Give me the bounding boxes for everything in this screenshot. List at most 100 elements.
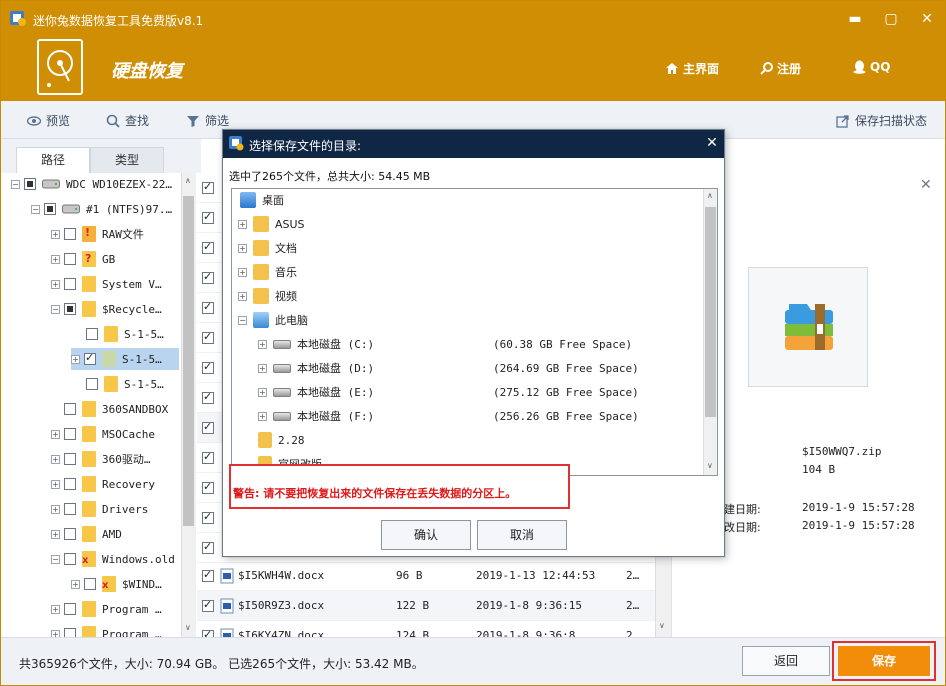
tree-checkbox[interactable] [64,528,76,540]
tree-checkbox[interactable] [64,228,76,240]
expand-icon[interactable]: + [238,291,247,301]
drive-item-f[interactable]: + 本地磁盘 (F:) (256.26 GB Free Space) [258,405,698,427]
tree-checkbox[interactable] [64,428,76,440]
row-checkbox[interactable] [202,598,214,612]
tree-checkbox[interactable] [84,351,96,365]
home-link[interactable]: 主界面 [665,60,719,77]
collapse-icon[interactable]: − [11,179,20,189]
tree-checkbox[interactable] [64,503,76,515]
search-button[interactable]: 查找 [106,112,149,129]
tree-checkbox[interactable] [44,203,56,215]
tree-item[interactable]: + x $WIND… [71,573,162,595]
tree-checkbox[interactable] [86,378,98,390]
drive-item-d[interactable]: + 本地磁盘 (D:) (264.69 GB Free Space) [258,357,698,379]
filter-button[interactable]: 筛选 [186,112,229,129]
tree-checkbox[interactable] [64,453,76,465]
collapse-icon[interactable]: − [31,204,40,214]
dialog-close-button[interactable]: ✕ [703,134,721,152]
row-checkbox[interactable] [202,330,214,344]
tree-checkbox[interactable] [86,328,98,340]
row-checkbox[interactable] [202,568,214,582]
tree-checkbox[interactable] [64,628,76,637]
drive-item-e[interactable]: + 本地磁盘 (E:) (275.12 GB Free Space) [258,381,698,403]
expand-icon[interactable]: + [51,629,60,637]
tree-item-selected[interactable]: + S-1-5… [71,348,179,370]
tree-checkbox[interactable] [64,403,76,415]
tab-type[interactable]: 类型 [90,147,164,173]
expand-icon[interactable]: + [238,243,247,253]
tree-checkbox[interactable] [64,603,76,615]
row-checkbox[interactable] [202,480,214,494]
tree-item[interactable]: S-1-5… [86,323,164,345]
register-link[interactable]: 注册 [760,60,801,77]
expand-icon[interactable]: + [51,604,60,614]
folder-item-this-pc[interactable]: − 此电脑 [238,309,308,331]
row-checkbox[interactable] [202,420,214,434]
tree-item[interactable]: + Drivers [51,498,148,520]
tree-checkbox[interactable] [64,303,76,315]
tree-item[interactable]: + Program … [51,598,162,620]
table-row[interactable]: $I50R9Z3.docx 122 B 2019-1-8 9:36:15 2… [197,591,655,621]
tree-checkbox[interactable] [64,553,76,565]
tree-item[interactable]: S-1-5… [86,373,164,395]
minimize-button[interactable]: ▬ [841,7,869,31]
row-checkbox[interactable] [202,390,214,404]
drive-item-c[interactable]: + 本地磁盘 (C:) (60.38 GB Free Space) [258,333,698,355]
expand-icon[interactable]: + [51,279,60,289]
expand-icon[interactable]: + [258,387,267,397]
tree-scrollbar-thumb[interactable] [183,196,194,526]
folder-item-music[interactable]: + 音乐 [238,261,297,283]
folder-item-desktop[interactable]: 桌面 [240,189,284,211]
close-button[interactable]: ✕ [913,7,941,31]
folder-item-asus[interactable]: + ASUS [238,213,305,235]
tree-item[interactable]: + ! RAW文件 [51,223,144,245]
row-checkbox[interactable] [202,210,214,224]
expand-icon[interactable]: + [258,411,267,421]
tree-item[interactable]: + AMD [51,523,122,545]
row-checkbox[interactable] [202,180,214,194]
expand-icon[interactable]: + [51,229,60,239]
tree-item-partition[interactable]: − #1 (NTFS)97.… [31,198,172,220]
tree-item[interactable]: − x Windows.old [51,548,175,570]
expand-icon[interactable]: + [51,479,60,489]
collapse-icon[interactable]: − [51,304,60,314]
collapse-icon[interactable]: − [238,315,247,325]
row-checkbox[interactable] [202,300,214,314]
expand-icon[interactable]: + [51,504,60,514]
table-row[interactable]: $I6KY4ZN.docx 124 B 2019-1-8 9:36:8 2… [197,621,655,637]
tree-item[interactable]: + System V… [51,273,162,295]
save-scan-state-button[interactable]: 保存扫描状态 [836,112,927,129]
confirm-button[interactable]: 确认 [381,520,471,550]
back-button[interactable]: 返回 [742,646,830,676]
expand-icon[interactable]: + [238,219,247,229]
tree-item[interactable]: + 360驱动… [51,448,151,470]
tree-checkbox[interactable] [84,578,96,590]
tree-item[interactable]: + Recovery [51,473,155,495]
close-preview-icon[interactable]: ✕ [920,177,932,193]
collapse-icon[interactable]: − [51,554,60,564]
expand-icon[interactable]: + [238,267,247,277]
maximize-button[interactable]: ▢ [877,7,905,31]
save-button[interactable]: 保存 [838,646,930,676]
expand-icon[interactable]: + [51,429,60,439]
row-checkbox[interactable] [202,360,214,374]
folder-item[interactable]: 2.28 [258,429,305,451]
folder-item-videos[interactable]: + 视频 [238,285,297,307]
row-checkbox[interactable] [202,510,214,524]
tree-checkbox[interactable] [64,478,76,490]
row-checkbox[interactable] [202,270,214,284]
tab-path[interactable]: 路径 [16,147,90,173]
tree-checkbox[interactable] [64,278,76,290]
folder-item-documents[interactable]: + 文档 [238,237,297,259]
tree-item[interactable]: + MSOCache [51,423,155,445]
qq-link[interactable]: QQ [853,60,890,74]
tree-checkbox[interactable] [64,253,76,265]
row-checkbox[interactable] [202,540,214,554]
expand-icon[interactable]: + [51,529,60,539]
tree-item[interactable]: 360SANDBOX [51,398,168,420]
table-row[interactable]: $I5KWH4W.docx 96 B 2019-1-13 12:44:53 2… [197,561,655,591]
tree-item[interactable]: + ? GB [51,248,115,270]
expand-icon[interactable]: + [71,354,80,364]
expand-icon[interactable]: + [258,363,267,373]
row-checkbox[interactable] [202,240,214,254]
